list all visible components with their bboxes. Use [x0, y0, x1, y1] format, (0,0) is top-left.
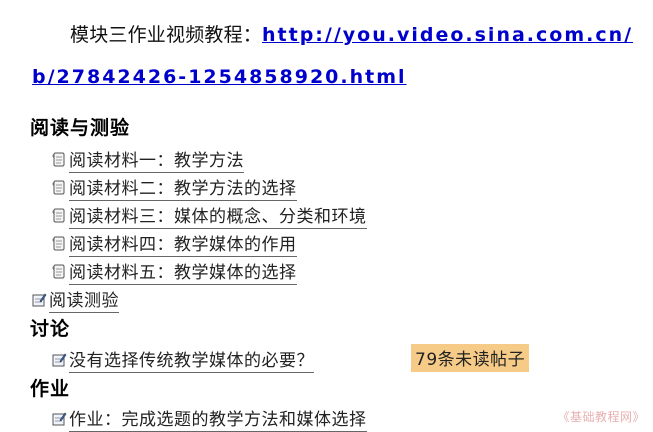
assignment-icon: [52, 412, 67, 426]
reading-material-item[interactable]: 阅读材料三：媒体的概念、分类和环境: [51, 202, 367, 229]
discussion-topic-label: 没有选择传统教学媒体的必要？: [69, 346, 314, 373]
assignment-item[interactable]: 作业：完成选题的教学方法和媒体选择: [51, 405, 367, 432]
unread-posts-badge[interactable]: 79条未读帖子: [411, 344, 530, 372]
reading-material-label: 阅读材料三：媒体的概念、分类和环境: [69, 202, 367, 229]
tutorial-label: 模块三作业视频教程：: [70, 24, 263, 46]
document-icon: [52, 236, 65, 251]
document-icon: [52, 180, 65, 195]
reading-material-label: 阅读材料五：教学媒体的选择: [69, 258, 297, 285]
reading-material-item[interactable]: 阅读材料一：教学方法: [51, 146, 244, 173]
tutorial-line: 模块三作业视频教程：http://you.video.sina.com.cn/b…: [32, 14, 647, 98]
reading-material-item[interactable]: 阅读材料四：教学媒体的作用: [51, 230, 297, 257]
forum-icon: [52, 353, 67, 367]
watermark: 《基础教程网》: [557, 410, 645, 424]
section-title-discussion: 讨论: [30, 318, 71, 340]
reading-quiz-item[interactable]: 阅读测验: [31, 286, 119, 313]
discussion-topic-item[interactable]: 没有选择传统教学媒体的必要？: [51, 346, 314, 373]
reading-material-item[interactable]: 阅读材料五：教学媒体的选择: [51, 258, 297, 285]
reading-material-label: 阅读材料四：教学媒体的作用: [69, 230, 297, 257]
reading-quiz-label: 阅读测验: [49, 286, 119, 313]
reading-material-item[interactable]: 阅读材料二：教学方法的选择: [51, 174, 297, 201]
reading-material-label: 阅读材料一：教学方法: [69, 146, 244, 173]
assignment-label: 作业：完成选题的教学方法和媒体选择: [69, 405, 367, 432]
section-title-homework: 作业: [30, 378, 71, 400]
section-title-reading: 阅读与测验: [30, 117, 131, 139]
document-icon: [52, 264, 65, 279]
document-icon: [52, 152, 65, 167]
document-icon: [52, 208, 65, 223]
reading-material-label: 阅读材料二：教学方法的选择: [69, 174, 297, 201]
quiz-icon: [32, 293, 47, 307]
